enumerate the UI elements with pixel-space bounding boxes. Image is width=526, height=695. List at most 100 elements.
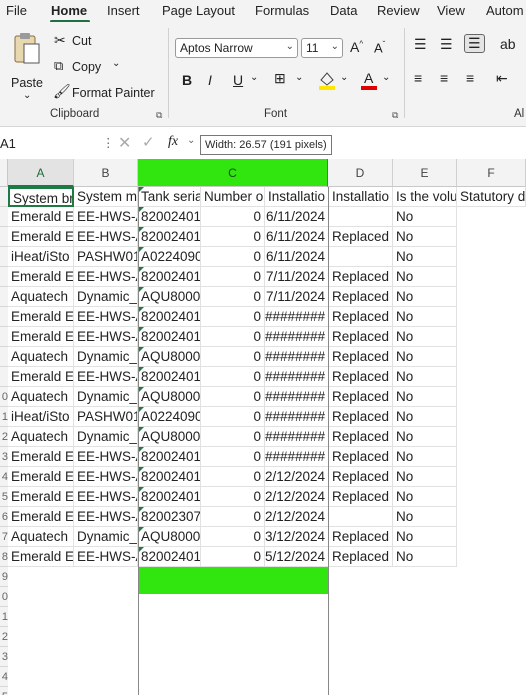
table-cell[interactable]: ########	[265, 427, 329, 447]
table-cell[interactable]: Dynamic_	[74, 427, 138, 447]
cancel-icon[interactable]: ✕	[118, 133, 131, 153]
table-cell[interactable]: Dynamic_	[74, 527, 138, 547]
table-cell[interactable]: 820024011	[138, 367, 201, 387]
table-cell[interactable]: 820024011	[138, 267, 201, 287]
row-header[interactable]	[0, 327, 8, 347]
table-cell[interactable]: EE-HWS-A	[74, 327, 138, 347]
paste-button[interactable]: Paste ⌄	[6, 30, 46, 101]
table-cell[interactable]: iHeat/iSto	[8, 407, 74, 427]
table-cell[interactable]: Dynamic_	[74, 287, 138, 307]
table-cell[interactable]: Emerald E	[8, 507, 74, 527]
increase-font-icon[interactable]: A^	[350, 39, 363, 55]
table-cell[interactable]: 820024011	[138, 487, 201, 507]
table-cell[interactable]: 0	[201, 207, 265, 227]
table-cell[interactable]: Aquatech	[8, 387, 74, 407]
row-header[interactable]	[0, 207, 8, 227]
table-cell[interactable]: No	[393, 527, 457, 547]
chevron-down-icon[interactable]: ⌄	[112, 58, 120, 69]
table-cell[interactable]: A02240909	[138, 247, 201, 267]
scissors-icon[interactable]: ✂	[54, 32, 66, 49]
table-cell[interactable]: Replaced	[329, 367, 393, 387]
table-cell[interactable]: Aquatech	[8, 287, 74, 307]
header-cell[interactable]: Installatio	[265, 187, 329, 207]
table-cell[interactable]: 820024011	[138, 327, 201, 347]
insert-function-button[interactable]: fx	[168, 134, 178, 150]
table-cell[interactable]: No	[393, 467, 457, 487]
table-cell[interactable]: 0	[201, 227, 265, 247]
table-cell[interactable]: Dynamic_	[74, 387, 138, 407]
table-cell[interactable]: EE-HWS-A	[74, 307, 138, 327]
table-cell[interactable]: Emerald E	[8, 487, 74, 507]
table-cell[interactable]: No	[393, 547, 457, 567]
table-cell[interactable]: No	[393, 447, 457, 467]
table-cell[interactable]: 820023072	[138, 507, 201, 527]
column-header-c[interactable]: C	[138, 159, 328, 187]
align-bottom-icon[interactable]: ☰	[464, 34, 485, 53]
table-cell[interactable]: ########	[265, 447, 329, 467]
table-cell[interactable]: 7/11/2024	[265, 287, 329, 307]
chevron-down-icon[interactable]: ⌄	[295, 72, 303, 83]
table-cell[interactable]: 820024011	[138, 307, 201, 327]
table-cell[interactable]: EE-HWS-A	[74, 367, 138, 387]
table-cell[interactable]: No	[393, 247, 457, 267]
align-middle-icon[interactable]: ☰	[440, 36, 453, 53]
table-cell[interactable]: Aquatech	[8, 527, 74, 547]
table-cell[interactable]: ########	[265, 367, 329, 387]
table-cell[interactable]: Replaced	[329, 387, 393, 407]
table-cell[interactable]: AQU80004	[138, 427, 201, 447]
column-header-b[interactable]: B	[74, 159, 138, 187]
orientation-icon[interactable]: ab	[500, 36, 516, 52]
table-cell[interactable]: No	[393, 367, 457, 387]
menu-item-review[interactable]: Review	[377, 3, 420, 18]
table-cell[interactable]: AQU80004	[138, 287, 201, 307]
align-center-icon[interactable]: ≡	[440, 70, 448, 86]
table-cell[interactable]: Emerald E	[8, 227, 74, 247]
row-header[interactable]: 4	[0, 667, 8, 687]
table-cell[interactable]: Replaced	[329, 347, 393, 367]
row-header[interactable]: 8	[0, 547, 8, 567]
row-header[interactable]: 3	[0, 647, 8, 667]
table-cell[interactable]: 820024011	[138, 207, 201, 227]
menu-item-page-layout[interactable]: Page Layout	[162, 3, 235, 18]
table-cell[interactable]: 0	[201, 447, 265, 467]
row-header[interactable]	[0, 187, 8, 207]
table-cell[interactable]: Replaced	[329, 487, 393, 507]
row-header[interactable]	[0, 227, 8, 247]
align-top-icon[interactable]: ☰	[414, 36, 427, 53]
row-header[interactable]: 1	[0, 607, 8, 627]
table-cell[interactable]: Replaced	[329, 547, 393, 567]
row-header[interactable]: 0	[0, 387, 8, 407]
table-cell[interactable]: ########	[265, 387, 329, 407]
name-box[interactable]: A1	[0, 136, 16, 151]
underline-button[interactable]: U	[233, 72, 243, 88]
row-header[interactable]	[0, 247, 8, 267]
table-cell[interactable]: No	[393, 227, 457, 247]
row-header[interactable]	[0, 367, 8, 387]
menu-item-home[interactable]: Home	[51, 3, 87, 18]
row-header[interactable]: 7	[0, 527, 8, 547]
cut-button[interactable]: Cut	[72, 34, 91, 48]
table-cell[interactable]: Replaced	[329, 327, 393, 347]
row-header[interactable]	[0, 347, 8, 367]
table-cell[interactable]: Emerald E	[8, 367, 74, 387]
table-cell[interactable]: No	[393, 507, 457, 527]
table-cell[interactable]: AQU80004	[138, 347, 201, 367]
table-cell[interactable]: 0	[201, 267, 265, 287]
paintbrush-icon[interactable]: 🖌	[53, 83, 71, 100]
table-cell[interactable]: 0	[201, 507, 265, 527]
table-cell[interactable]: ########	[265, 347, 329, 367]
table-cell[interactable]: EE-HWS-A	[74, 547, 138, 567]
table-cell[interactable]	[329, 207, 393, 227]
dialog-launcher-icon[interactable]: ⧉	[156, 110, 162, 121]
chevron-down-icon[interactable]: ⌄	[250, 72, 258, 83]
table-cell[interactable]: EE-HWS-A	[74, 207, 138, 227]
table-cell[interactable]: 7/11/2024	[265, 267, 329, 287]
header-cell[interactable]: Statutory d	[457, 187, 526, 207]
italic-button[interactable]: I	[208, 72, 212, 88]
row-header[interactable]: 5	[0, 487, 8, 507]
copy-icon[interactable]: ⧉	[54, 58, 63, 74]
column-header-e[interactable]: E	[393, 159, 457, 187]
table-cell[interactable]: Replaced	[329, 407, 393, 427]
header-cell[interactable]: System br	[8, 187, 74, 207]
menu-item-data[interactable]: Data	[330, 3, 357, 18]
